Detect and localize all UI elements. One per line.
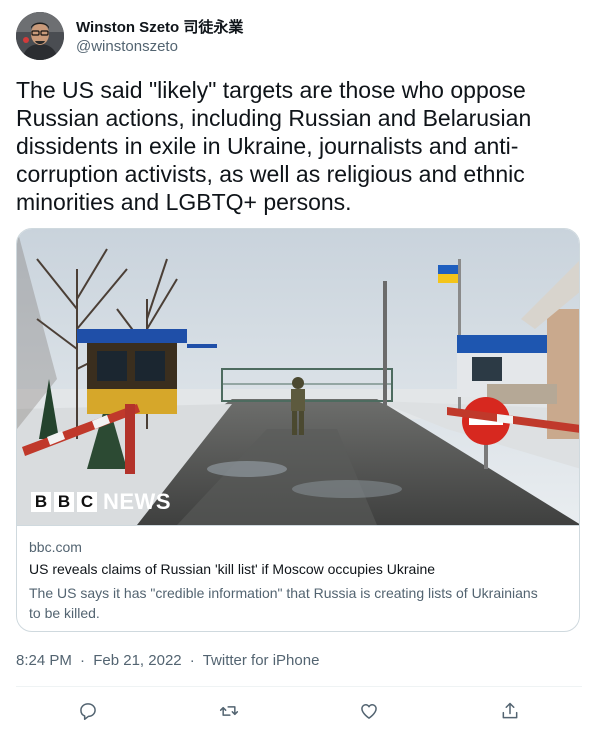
bbc-news-logo: B B C NEWS: [31, 491, 171, 513]
share-button[interactable]: [497, 698, 523, 724]
author-handle[interactable]: @winstonszeto: [76, 38, 178, 55]
action-bar: [0, 698, 598, 726]
card-title[interactable]: US reveals claims of Russian 'kill list'…: [29, 561, 559, 577]
card-divider: [17, 525, 579, 526]
divider: [16, 686, 582, 687]
avatar-photo: [16, 12, 64, 60]
bbc-logo-letter: B: [54, 492, 74, 512]
meta-separator: ·: [80, 652, 86, 669]
meta-separator: ·: [189, 652, 195, 669]
tweet-date[interactable]: Feb 21, 2022: [93, 652, 181, 669]
like-button[interactable]: [356, 698, 382, 724]
tweet-metadata: 8:24 PM · Feb 21, 2022 · Twitter for iPh…: [16, 652, 319, 669]
retweet-icon: [219, 706, 239, 716]
bbc-logo-letter: C: [77, 492, 97, 512]
tweet-text: The US said "likely" targets are those w…: [16, 77, 532, 215]
like-icon: [361, 704, 377, 719]
card-domain: bbc.com: [29, 539, 82, 555]
reply-icon: [80, 703, 96, 720]
avatar[interactable]: [16, 12, 64, 60]
bbc-logo-news: NEWS: [103, 489, 171, 514]
tweet: Winston Szeto 司徒永業 @winstonszeto The US …: [0, 0, 598, 734]
link-card[interactable]: B B C NEWS bbc.com US reveals claims of …: [16, 228, 580, 632]
retweet-button[interactable]: [216, 698, 242, 724]
tweet-time[interactable]: 8:24 PM: [16, 652, 72, 669]
share-icon: [502, 702, 518, 719]
card-description: The US says it has "credible information…: [29, 585, 538, 621]
tweet-source[interactable]: Twitter for iPhone: [203, 652, 320, 669]
bbc-logo-letter: B: [31, 492, 51, 512]
card-image: [17, 229, 579, 525]
author-display-name[interactable]: Winston Szeto 司徒永業: [76, 16, 243, 37]
reply-button[interactable]: [75, 698, 101, 724]
